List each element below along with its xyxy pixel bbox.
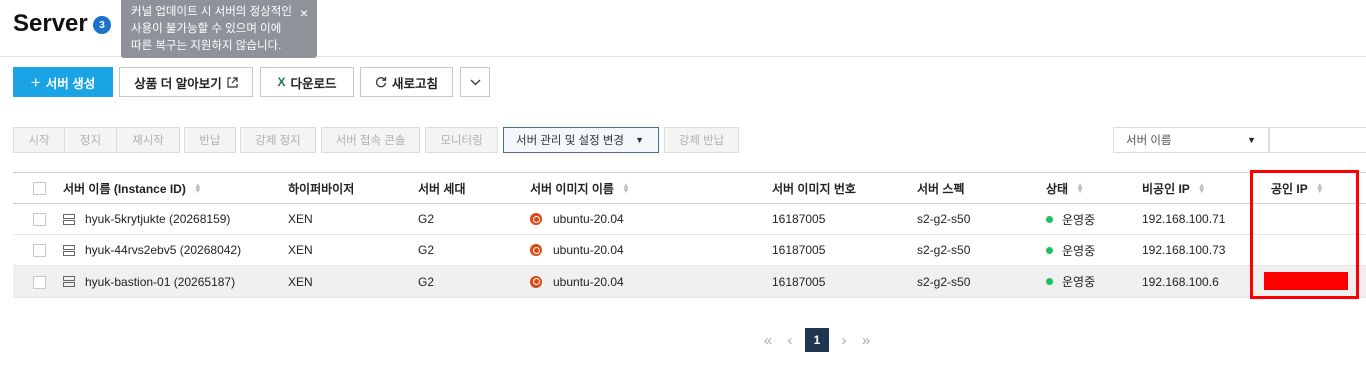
status: 운영중 [1062,212,1096,227]
prev-page-button[interactable]: ‹ [779,328,801,352]
sort-icon[interactable]: ▲ ▼ [1198,182,1206,195]
col-generation: 서버 세대 [418,181,466,196]
col-image-number: 서버 이미지 번호 [772,181,856,196]
create-server-button[interactable]: + 서버 생성 [13,67,113,97]
generation: G2 [418,243,435,257]
ubuntu-icon [530,244,542,256]
sort-icon[interactable]: ▲ ▼ [194,182,202,195]
manage-settings-dropdown[interactable]: 서버 관리 및 설정 변경 ▼ [503,127,659,153]
col-hypervisor: 하이퍼바이저 [288,181,355,196]
table-row[interactable]: hyuk-bastion-01 (20265187) XEN G2 ubuntu… [13,266,1366,298]
search-field-label: 서버 이름 [1126,135,1172,147]
server-name[interactable]: hyuk-bastion-01 (20265187) [85,275,235,289]
redacted-public-ip [1264,272,1348,290]
ubuntu-icon [530,275,542,288]
more-options-button[interactable] [460,67,490,97]
image-name: ubuntu-20.04 [553,274,624,289]
console-button[interactable]: 서버 접속 콘솔 [321,127,420,153]
image-number: 16187005 [772,243,826,257]
caret-down-icon: ▼ [1247,135,1256,145]
table-row[interactable]: hyuk-44rvs2ebv5 (20268042) XEN G2 ubuntu… [13,235,1366,266]
search-field-select[interactable]: 서버 이름 ▼ [1113,127,1269,153]
learn-more-label: 상품 더 알아보기 [134,76,222,91]
image-name: ubuntu-20.04 [553,212,624,226]
col-image-name[interactable]: 서버 이미지 이름 ▲ ▼ [530,173,630,203]
first-page-button[interactable]: « [757,328,779,352]
col-status[interactable]: 상태 ▲ ▼ [1046,173,1084,203]
spec: s2-g2-s50 [917,212,971,226]
page-header: Server 3 커널 업데이트 시 서버의 정상적인 사용이 불가능할 수 있… [0,0,1366,58]
restart-button[interactable]: 재시작 [116,127,180,153]
row-checkbox[interactable] [33,276,46,289]
current-page[interactable]: 1 [805,328,829,352]
refresh-button[interactable]: 새로고침 [360,67,453,97]
spec: s2-g2-s50 [917,274,971,289]
private-ip: 192.168.100.71 [1142,212,1226,226]
row-checkbox[interactable] [33,213,46,226]
private-ip: 192.168.100.73 [1142,243,1226,257]
server-icon [63,244,75,256]
spec: s2-g2-s50 [917,243,971,257]
generation: G2 [418,274,435,289]
refresh-icon [375,77,387,88]
force-stop-button[interactable]: 강제 정지 [240,127,316,153]
server-count-badge: 3 [93,16,111,34]
plus-icon: + [30,72,41,92]
server-icon [63,213,75,225]
row-checkbox[interactable] [33,244,46,257]
chevron-down-icon [470,79,480,85]
search-input[interactable] [1269,127,1366,153]
table-row[interactable]: hyuk-5krytjukte (20268159) XEN G2 ubuntu… [13,204,1366,235]
force-return-button[interactable]: 강제 반납 [664,127,739,153]
create-server-label: 서버 생성 [45,76,96,91]
col-spec: 서버 스펙 [917,181,965,196]
image-number: 16187005 [772,212,826,226]
ubuntu-icon [530,213,542,225]
status-dot-icon [1046,215,1053,223]
status: 운영중 [1062,243,1096,258]
col-server-name[interactable]: 서버 이름 (Instance ID) ▲ ▼ [63,173,202,203]
server-icon [63,276,75,287]
private-ip: 192.168.100.6 [1142,274,1219,289]
hypervisor: XEN [288,243,313,257]
page-title: Server [13,10,88,37]
image-name: ubuntu-20.04 [553,243,624,257]
sort-icon[interactable]: ▲ ▼ [1076,182,1084,195]
status-dot-icon [1046,246,1053,254]
select-all-checkbox[interactable] [33,182,46,195]
server-name[interactable]: hyuk-5krytjukte (20268159) [85,212,230,226]
status-dot-icon [1046,278,1053,285]
return-button[interactable]: 반납 [184,127,236,153]
table-header-row: 서버 이름 (Instance ID) ▲ ▼ 하이퍼바이저 서버 세대 서버 이미… [13,172,1366,204]
image-number: 16187005 [772,274,826,289]
manage-settings-label: 서버 관리 및 설정 변경 [516,135,624,147]
external-link-icon [227,76,238,88]
download-button[interactable]: X 다운로드 [260,67,354,97]
next-page-button[interactable]: › [833,328,855,352]
learn-more-button[interactable]: 상품 더 알아보기 [119,67,253,97]
caret-down-icon: ▼ [635,135,644,145]
action-bar: 시작 정지 재시작 반납 강제 정지 서버 접속 콘솔 모니터링 서버 관리 및… [13,127,1366,153]
kernel-notice-tooltip: 커널 업데이트 시 서버의 정상적인 사용이 불가능할 수 있으며 이에 따른 … [121,0,317,58]
status: 운영중 [1062,275,1096,289]
start-button[interactable]: 시작 [13,127,65,153]
download-label: 다운로드 [290,76,337,91]
sort-icon[interactable]: ▲ ▼ [622,182,630,195]
close-icon[interactable]: × [300,5,308,22]
generation: G2 [418,212,435,226]
notice-text: 커널 업데이트 시 서버의 정상적인 사용이 불가능할 수 있으며 이에 따른 … [131,6,292,52]
monitoring-button[interactable]: 모니터링 [425,127,498,153]
refresh-label: 새로고침 [391,76,438,91]
hypervisor: XEN [288,212,313,226]
col-private-ip[interactable]: 비공인 IP ▲ ▼ [1142,173,1206,203]
last-page-button[interactable]: » [855,328,877,352]
excel-icon: X [277,75,286,89]
hypervisor: XEN [288,274,313,289]
stop-button[interactable]: 정지 [64,127,117,153]
server-name[interactable]: hyuk-44rvs2ebv5 (20268042) [85,243,241,257]
pagination: « ‹ 1 › » [757,328,877,352]
